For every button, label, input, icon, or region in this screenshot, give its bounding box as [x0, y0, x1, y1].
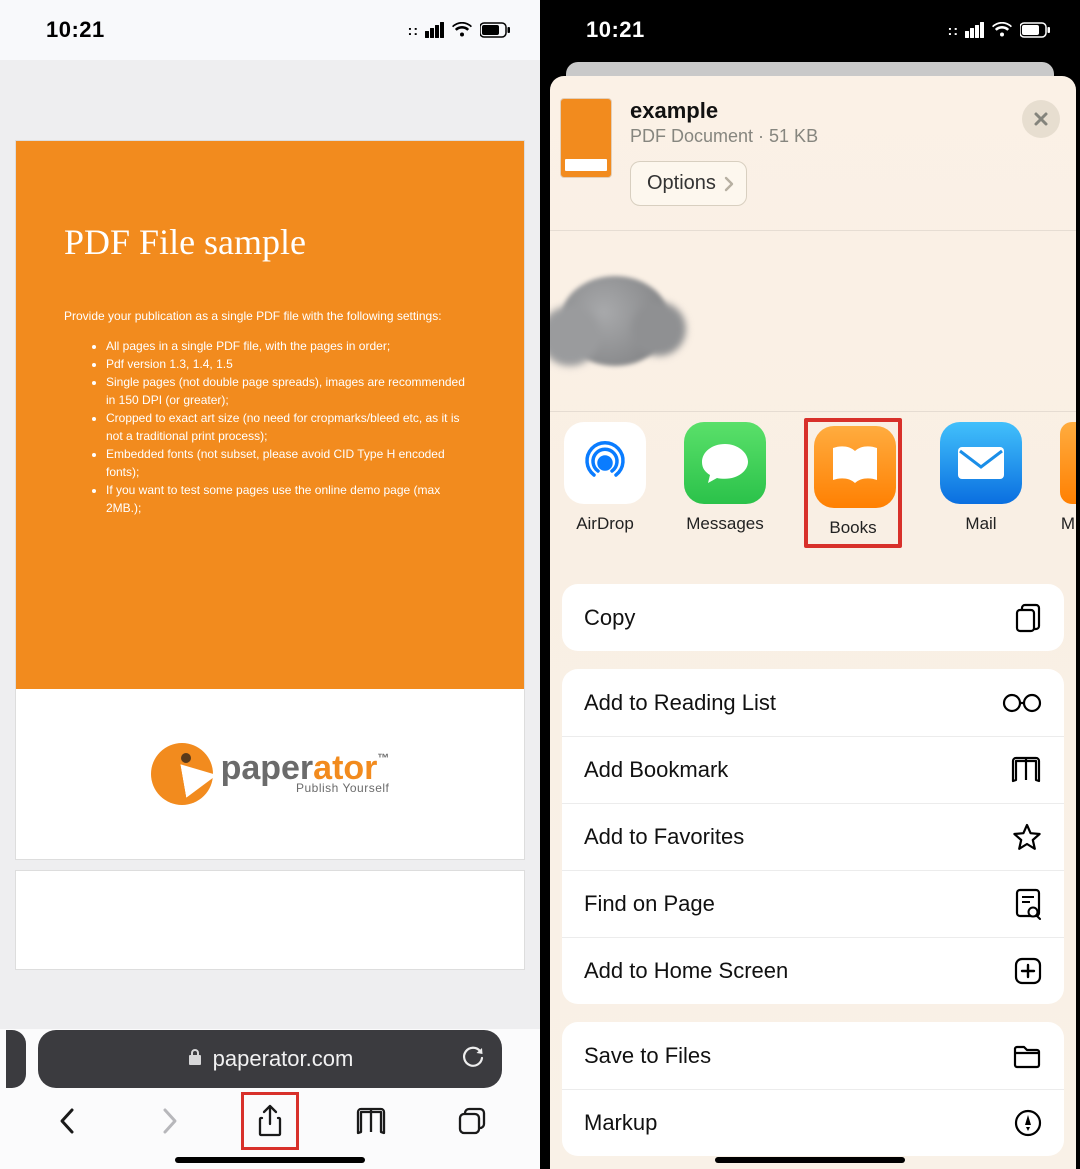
pdf-subtitle: Provide your publication as a single PDF…: [16, 263, 524, 323]
pdf-page-next: [15, 870, 525, 970]
action-save-to-files[interactable]: Save to Files: [562, 1022, 1064, 1089]
share-button[interactable]: [250, 1101, 290, 1141]
status-bar: 10:21 ::: [0, 0, 540, 60]
signal-bars-icon: [425, 22, 444, 38]
more-app-icon: [1060, 422, 1076, 504]
battery-icon: [1020, 22, 1052, 38]
app-label: Mail: [940, 514, 1022, 534]
home-indicator: [175, 1157, 365, 1163]
app-label: Messages: [684, 514, 766, 534]
people-row[interactable]: [550, 231, 1076, 411]
home-indicator: [715, 1157, 905, 1163]
back-button[interactable]: [48, 1101, 88, 1141]
app-messages[interactable]: Messages: [684, 422, 766, 548]
app-label: Books: [814, 518, 892, 538]
address-bar-row: paperator.com: [0, 1029, 540, 1089]
contact-avatar[interactable]: [560, 276, 670, 366]
app-books[interactable]: Books: [804, 418, 902, 548]
share-sheet: example PDF Document · 51 KB Options: [550, 76, 1076, 1169]
star-icon: [1012, 822, 1042, 852]
action-copy[interactable]: Copy: [562, 584, 1064, 651]
sheet-background-card: [566, 62, 1054, 76]
copy-icon: [1014, 602, 1042, 634]
paperator-logo-mark: [151, 743, 213, 805]
signal-dots-icon: ::: [408, 22, 419, 38]
action-markup[interactable]: Markup: [562, 1089, 1064, 1156]
app-label: AirDrop: [564, 514, 646, 534]
pdf-page: PDF File sample Provide your publication…: [15, 140, 525, 860]
document-thumbnail: [560, 98, 612, 178]
apps-row: AirDrop Messages Books Mail M: [550, 412, 1076, 566]
app-mail[interactable]: Mail: [940, 422, 1022, 548]
document-title: example: [630, 98, 1004, 124]
paperator-logo: paperator™ Publish Yourself: [151, 743, 390, 805]
app-airdrop[interactable]: AirDrop: [564, 422, 646, 548]
tabs-button[interactable]: [452, 1101, 492, 1141]
battery-icon: [480, 22, 512, 38]
pdf-title: PDF File sample: [16, 141, 524, 263]
wifi-icon: [992, 22, 1012, 38]
books-icon: [814, 426, 896, 508]
glasses-icon: [1002, 693, 1042, 713]
lock-icon: [187, 1048, 203, 1071]
folder-icon: [1012, 1043, 1042, 1069]
pdf-viewport[interactable]: PDF File sample Provide your publication…: [0, 60, 540, 1169]
tab-group-chip[interactable]: [6, 1030, 26, 1088]
pdf-footer: paperator™ Publish Yourself: [16, 689, 524, 859]
mail-icon: [940, 422, 1022, 504]
signal-dots-icon: ::: [948, 22, 959, 38]
action-add-home-screen[interactable]: Add to Home Screen: [562, 937, 1064, 1004]
wifi-icon: [452, 22, 472, 38]
address-bar[interactable]: paperator.com: [38, 1030, 502, 1088]
document-meta: PDF Document · 51 KB: [630, 126, 1004, 147]
action-add-bookmark[interactable]: Add Bookmark: [562, 736, 1064, 803]
pdf-bullet-list: All pages in a single PDF file, with the…: [16, 323, 524, 517]
find-icon: [1014, 888, 1042, 920]
reload-icon[interactable]: [462, 1045, 484, 1074]
address-url: paperator.com: [213, 1046, 354, 1072]
app-more-peek[interactable]: M: [1060, 422, 1076, 548]
airdrop-icon: [564, 422, 646, 504]
status-time: 10:21: [46, 17, 105, 43]
close-button[interactable]: [1022, 100, 1060, 138]
plus-square-icon: [1014, 957, 1042, 985]
status-time: 10:21: [586, 17, 645, 43]
status-bar: 10:21 ::: [540, 0, 1080, 60]
chevron-right-icon: [724, 176, 734, 192]
signal-bars-icon: [965, 22, 984, 38]
action-add-favorites[interactable]: Add to Favorites: [562, 803, 1064, 870]
app-label: M: [1060, 514, 1076, 534]
book-icon: [1010, 756, 1042, 784]
status-icons: ::: [408, 22, 512, 38]
bookmarks-button[interactable]: [351, 1101, 391, 1141]
markup-icon: [1014, 1109, 1042, 1137]
forward-button[interactable]: [149, 1101, 189, 1141]
action-reading-list[interactable]: Add to Reading List: [562, 669, 1064, 736]
options-button[interactable]: Options: [630, 161, 747, 206]
status-icons: ::: [948, 22, 1052, 38]
action-find-on-page[interactable]: Find on Page: [562, 870, 1064, 937]
close-icon: [1033, 111, 1049, 127]
messages-icon: [684, 422, 766, 504]
